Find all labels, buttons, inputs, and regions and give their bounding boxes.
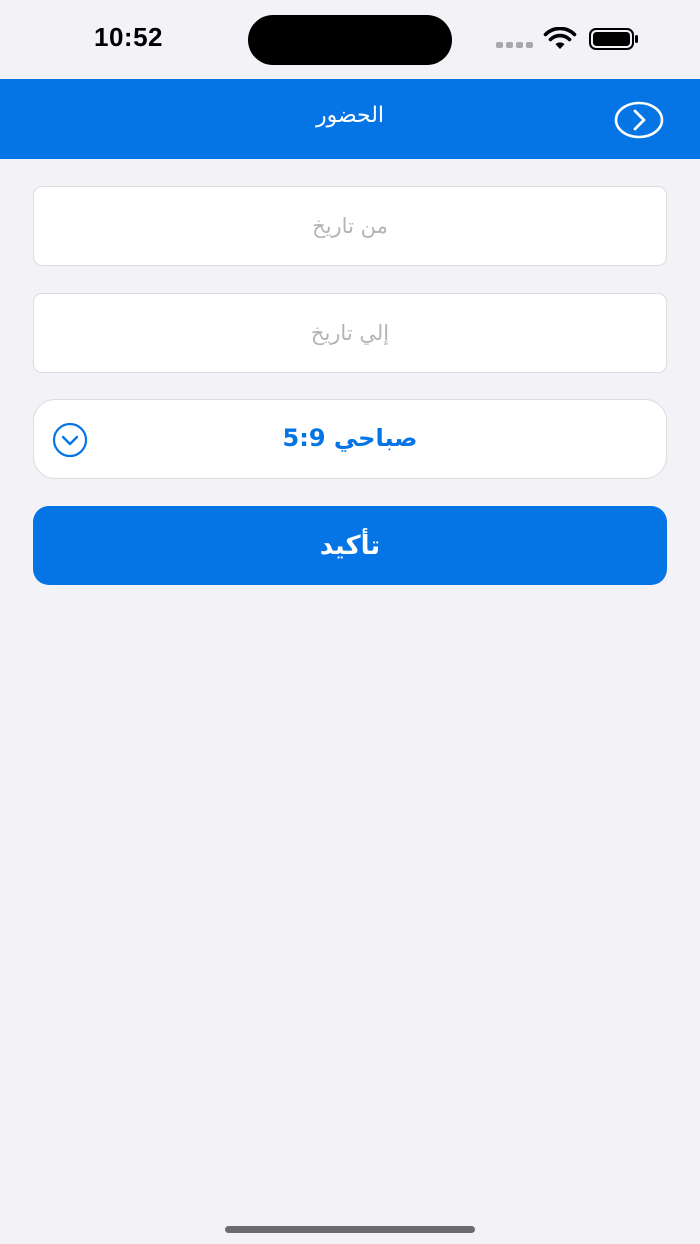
shift-selected-value: صباحي 5:9: [282, 424, 418, 452]
page-title: الحضور: [315, 103, 385, 128]
home-indicator[interactable]: [225, 1226, 475, 1233]
wifi-icon: [543, 27, 577, 49]
confirm-button[interactable]: تأكيد: [33, 506, 667, 585]
attendance-screen: 10:52 الحضور من تاريخ إلي تاريخ صباحي 5:…: [0, 0, 700, 1244]
navigation-bar: الحضور: [0, 79, 700, 159]
to-date-input[interactable]: [34, 294, 666, 372]
dynamic-island: [248, 15, 452, 65]
shift-dropdown[interactable]: صباحي 5:9: [33, 399, 667, 479]
battery-icon: [589, 28, 638, 50]
to-date-field[interactable]: [33, 293, 667, 373]
back-button[interactable]: [614, 100, 664, 140]
cellular-signal-icon: [496, 42, 533, 48]
status-bar: 10:52: [0, 0, 700, 79]
from-date-input[interactable]: [34, 187, 666, 265]
status-time: 10:52: [94, 22, 163, 52]
from-date-field[interactable]: [33, 186, 667, 266]
chevron-right-circle-icon: [614, 101, 664, 139]
